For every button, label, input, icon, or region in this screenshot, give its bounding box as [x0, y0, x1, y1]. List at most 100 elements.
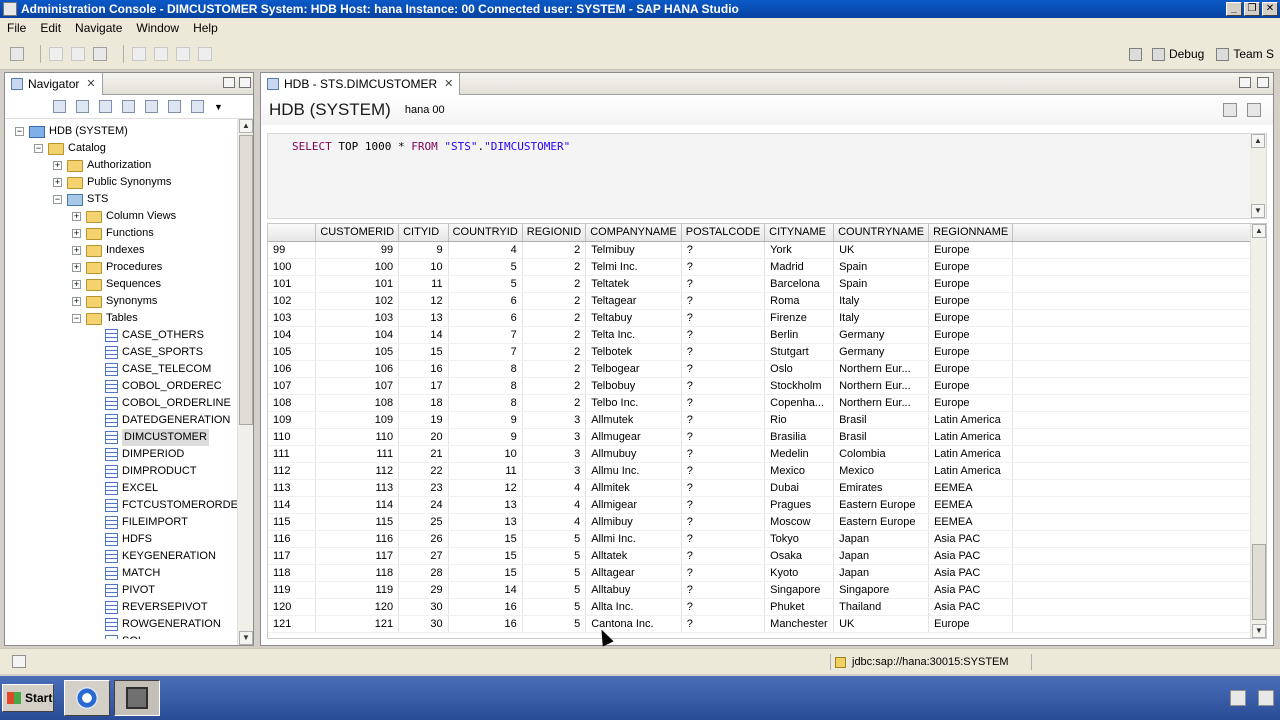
table-cell[interactable]: 9: [448, 411, 523, 429]
table-cell[interactable]: 2: [522, 275, 587, 293]
table-cell[interactable]: Alltabuy: [585, 581, 682, 599]
collapse-icon[interactable]: −: [34, 144, 43, 153]
table-cell[interactable]: 8: [448, 377, 523, 395]
menu-window[interactable]: Window: [129, 21, 186, 35]
table-row[interactable]: 108 108 18 8 2 Telbo Inc.? Copenha... Northern …: [268, 394, 1266, 412]
table-cell[interactable]: ?: [681, 326, 766, 344]
table-cell[interactable]: Telbo Inc.: [585, 394, 682, 412]
row-number-cell[interactable]: 107: [268, 377, 317, 395]
tree-node[interactable]: CASE_TELECOM: [91, 361, 211, 378]
row-number-cell[interactable]: 120: [268, 598, 317, 616]
table-cell[interactable]: Northern Eur...: [833, 394, 930, 412]
table-cell[interactable]: Allmitek: [585, 479, 682, 497]
table-cell[interactable]: 99: [315, 241, 400, 259]
table-cell[interactable]: 119: [315, 581, 400, 599]
column-header[interactable]: COUNTRYNAME: [833, 224, 930, 242]
tree-node[interactable]: DIMPRODUCT: [91, 463, 197, 480]
table-cell[interactable]: 111: [315, 445, 400, 463]
table-cell[interactable]: 30: [398, 615, 449, 633]
row-number-cell[interactable]: 121: [268, 615, 317, 633]
table-cell[interactable]: Europe: [928, 377, 1014, 395]
table-cell[interactable]: Berlin: [764, 326, 835, 344]
column-header[interactable]: [268, 224, 317, 242]
table-cell[interactable]: 12: [398, 292, 449, 310]
table-cell[interactable]: Allmutek: [585, 411, 682, 429]
table-cell[interactable]: ?: [681, 530, 766, 548]
menu-help[interactable]: Help: [186, 21, 225, 35]
minimize-button[interactable]: _: [1226, 2, 1242, 16]
tree-node[interactable]: EXCEL: [91, 480, 158, 497]
table-cell[interactable]: Telbotek: [585, 343, 682, 361]
tree-node[interactable]: FCTCUSTOMERORDER: [91, 497, 246, 514]
table-cell[interactable]: 4: [522, 479, 587, 497]
table-cell[interactable]: ?: [681, 479, 766, 497]
table-cell[interactable]: Europe: [928, 241, 1014, 259]
table-cell[interactable]: Stockholm: [764, 377, 835, 395]
table-cell[interactable]: 3: [522, 445, 587, 463]
table-row[interactable]: 99 99 9 4 2 Telmibuy? York UK Europe: [268, 241, 1266, 259]
tree-node[interactable]: COBOL_ORDEREC: [91, 378, 222, 395]
table-cell[interactable]: Spain: [833, 258, 930, 276]
table-cell[interactable]: 25: [398, 513, 449, 531]
table-cell[interactable]: ?: [681, 411, 766, 429]
table-cell[interactable]: 14: [448, 581, 523, 599]
table-cell[interactable]: ?: [681, 292, 766, 310]
navigator-tab[interactable]: Navigator ✕: [5, 72, 103, 95]
table-row[interactable]: 109 109 19 9 3 Allmutek? Rio Brasil Latin Americ…: [268, 411, 1266, 429]
expand-icon[interactable]: +: [72, 229, 81, 238]
expand-icon[interactable]: +: [53, 178, 62, 187]
table-cell[interactable]: Stutgart: [764, 343, 835, 361]
table-row[interactable]: 104 104 14 7 2 Telta Inc.? Berlin Germany Europe: [268, 326, 1266, 344]
table-cell[interactable]: Madrid: [764, 258, 835, 276]
table-cell[interactable]: 4: [448, 241, 523, 259]
table-cell[interactable]: ?: [681, 598, 766, 616]
table-cell[interactable]: 2: [522, 360, 587, 378]
table-cell[interactable]: 118: [315, 564, 400, 582]
close-icon[interactable]: ✕: [86, 77, 95, 90]
maximize-view-icon[interactable]: [1257, 77, 1269, 88]
tree-node[interactable]: + Functions: [72, 225, 154, 242]
table-cell[interactable]: 2: [522, 309, 587, 327]
table-cell[interactable]: 100: [315, 258, 400, 276]
table-cell[interactable]: 4: [522, 496, 587, 514]
maximize-view-icon[interactable]: [239, 77, 251, 88]
table-cell[interactable]: 12: [448, 479, 523, 497]
filter-icon[interactable]: [76, 100, 89, 113]
collapse-icon[interactable]: −: [72, 314, 81, 323]
forward-icon[interactable]: [198, 46, 212, 61]
table-cell[interactable]: ?: [681, 309, 766, 327]
table-cell[interactable]: Asia PAC: [928, 598, 1014, 616]
table-cell[interactable]: 110: [315, 428, 400, 446]
tree-node[interactable]: DIMPERIOD: [91, 446, 184, 463]
table-cell[interactable]: Teltabuy: [585, 309, 682, 327]
table-row[interactable]: 100 100 10 5 2 Telmi Inc.? Madrid Spain Europe: [268, 258, 1266, 276]
table-cell[interactable]: Medelin: [764, 445, 835, 463]
table-cell[interactable]: ?: [681, 377, 766, 395]
table-cell[interactable]: Brasil: [833, 428, 930, 446]
tree-node[interactable]: PIVOT: [91, 582, 155, 599]
table-cell[interactable]: Mexico: [833, 462, 930, 480]
table-cell[interactable]: 15: [448, 564, 523, 582]
table-cell[interactable]: Telbogear: [585, 360, 682, 378]
table-cell[interactable]: 26: [398, 530, 449, 548]
table-row[interactable]: 106 106 16 8 2 Telbogear? Oslo Northern Eur... E…: [268, 360, 1266, 378]
table-cell[interactable]: Europe: [928, 343, 1014, 361]
row-number-cell[interactable]: 113: [268, 479, 317, 497]
column-header[interactable]: POSTALCODE: [681, 224, 766, 242]
table-cell[interactable]: 3: [522, 428, 587, 446]
scroll-down-arrow[interactable]: ▼: [1252, 624, 1266, 638]
table-cell[interactable]: 117: [315, 547, 400, 565]
table-cell[interactable]: 106: [315, 360, 400, 378]
close-window-button[interactable]: ✕: [1262, 2, 1278, 16]
table-cell[interactable]: Colombia: [833, 445, 930, 463]
table-row[interactable]: 117 117 27 15 5 Alltatek? Osaka Japan Asia PAC: [268, 547, 1266, 565]
table-cell[interactable]: 27: [398, 547, 449, 565]
table-cell[interactable]: Europe: [928, 615, 1014, 633]
table-cell[interactable]: Teltatek: [585, 275, 682, 293]
tree-node[interactable]: CASE_OTHERS: [91, 327, 204, 344]
tree-node[interactable]: REVERSEPIVOT: [91, 599, 208, 616]
menu-navigate[interactable]: Navigate: [68, 21, 129, 35]
table-row[interactable]: 116 116 26 15 5 Allmi Inc.? Tokyo Japan Asia PAC: [268, 530, 1266, 548]
table-cell[interactable]: Thailand: [833, 598, 930, 616]
tree-node[interactable]: + Authorization: [53, 157, 151, 174]
